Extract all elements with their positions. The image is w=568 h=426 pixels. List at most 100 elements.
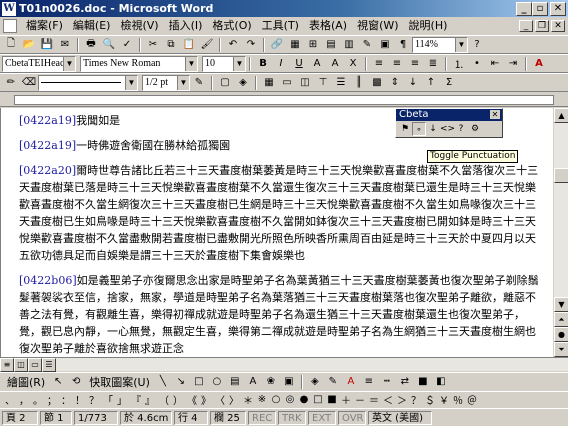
menu-edit[interactable]: 編輯(E): [68, 18, 116, 34]
arrow-icon[interactable]: ↘: [172, 374, 190, 390]
style-combo[interactable]: CbetaTEIHeac ▼: [2, 55, 76, 72]
wordart-icon[interactable]: A: [244, 374, 262, 390]
align-right-icon[interactable]: ≡: [406, 56, 424, 72]
status-ovr[interactable]: OVR: [338, 410, 366, 425]
line-weight-combo[interactable]: 1/2 pt ▼: [142, 74, 190, 91]
vertical-scrollbar[interactable]: ▲ ▼ ⏶ ● ⏷: [553, 108, 568, 357]
symbol-button[interactable]: ？: [409, 392, 423, 407]
symbol-button[interactable]: ＝: [367, 392, 381, 407]
numbering-icon[interactable]: ⒈: [450, 56, 468, 72]
autosum-icon[interactable]: Σ: [440, 75, 458, 91]
char-shading-icon[interactable]: A: [326, 56, 344, 72]
font-combo[interactable]: Times New Roman ▼: [80, 55, 198, 72]
symbol-button[interactable]: ￥: [437, 392, 451, 407]
cbeta-tag-icon[interactable]: <>: [440, 122, 455, 136]
document-area[interactable]: [0422a19]我聞如是 [0422a19]一時佛遊舍衛國在勝林給孤獨園 [0…: [0, 108, 553, 357]
symbol-button[interactable]: ○: [269, 394, 283, 405]
document-icon[interactable]: [3, 19, 17, 33]
maximize-button[interactable]: ▫: [532, 1, 548, 16]
paragraph[interactable]: [0422a20]爾時世尊告諸比丘若三十三天晝度樹葉萎黃是時三十三天悅樂歡喜晝度…: [19, 162, 539, 264]
justify-icon[interactable]: ≣: [424, 56, 442, 72]
draw-table-icon[interactable]: ✏: [2, 75, 20, 91]
prev-page-icon[interactable]: ⏶: [554, 312, 568, 327]
minimize-button[interactable]: _: [516, 1, 532, 16]
sort-asc-icon[interactable]: ↓: [404, 75, 422, 91]
shadow-icon[interactable]: ■: [414, 374, 432, 390]
open-folder-icon[interactable]: 📂: [20, 37, 38, 53]
paragraph[interactable]: [0422b06]如是義聖弟子亦復爾思念出家是時聖弟子名為葉黃猶三十三天晝度樹葉…: [19, 272, 539, 357]
symbol-button[interactable]: ％: [451, 392, 465, 407]
insert-table-icon[interactable]: ⊞: [304, 37, 322, 53]
symbol-button[interactable]: 》: [199, 392, 213, 407]
decrease-indent-icon[interactable]: ⇤: [486, 56, 504, 72]
textbox-icon[interactable]: ▤: [226, 374, 244, 390]
symbol-button[interactable]: 《: [185, 392, 199, 407]
symbol-button[interactable]: ＋: [339, 392, 353, 407]
dash-style-icon[interactable]: ┅: [378, 374, 396, 390]
hyperlink-icon[interactable]: 🔗: [268, 37, 286, 53]
next-page-icon[interactable]: ⏷: [554, 342, 568, 357]
scroll-thumb[interactable]: [554, 168, 568, 183]
tables-borders-icon[interactable]: ▦: [286, 37, 304, 53]
symbol-button[interactable]: ●: [297, 394, 311, 405]
draw-menu[interactable]: 繪圖(R): [3, 374, 49, 390]
copy-icon[interactable]: ⧉: [162, 37, 180, 53]
scroll-up-icon[interactable]: ▲: [554, 108, 568, 123]
cbeta-bookmark-icon[interactable]: ⚑: [398, 122, 412, 136]
insert-table2-icon[interactable]: ▦: [260, 75, 278, 91]
picture-icon[interactable]: ▣: [280, 374, 298, 390]
draw-font-color-icon[interactable]: A: [342, 374, 360, 390]
browse-object-icon[interactable]: ●: [554, 327, 568, 342]
drawing-icon[interactable]: ✎: [358, 37, 376, 53]
shading-color-icon[interactable]: ◈: [234, 75, 252, 91]
menu-insert[interactable]: 插入(I): [164, 18, 208, 34]
align-left-icon[interactable]: ≡: [370, 56, 388, 72]
horizontal-scrollbar[interactable]: ≡ ◫ ▭ ☰: [0, 357, 568, 372]
text-direction-icon[interactable]: ⇕: [386, 75, 404, 91]
char-border-icon[interactable]: A: [308, 56, 326, 72]
doc-close-button[interactable]: ✕: [551, 20, 565, 32]
border-color-icon[interactable]: ✎: [190, 75, 208, 91]
symbol-button[interactable]: ＞: [395, 392, 409, 407]
paste-icon[interactable]: 📋: [180, 37, 198, 53]
menu-format[interactable]: 格式(O): [207, 18, 256, 34]
distribute-rows-icon[interactable]: ☰: [332, 75, 350, 91]
align-center-icon[interactable]: ≡: [388, 56, 406, 72]
email-icon[interactable]: ✉: [56, 37, 74, 53]
distribute-cols-icon[interactable]: ║: [350, 75, 368, 91]
symbol-button[interactable]: ＊: [241, 392, 255, 407]
rotate-icon[interactable]: ⟲: [67, 374, 85, 390]
columns-icon[interactable]: ▥: [340, 37, 358, 53]
cbeta-down-icon[interactable]: ↓: [426, 122, 440, 136]
normal-view-icon[interactable]: ≡: [0, 358, 14, 372]
insert-excel-icon[interactable]: ▤: [322, 37, 340, 53]
show-hide-icon[interactable]: ¶: [394, 37, 412, 53]
status-ext[interactable]: EXT: [308, 410, 336, 425]
symbol-button[interactable]: 。: [31, 392, 45, 407]
document-page[interactable]: [0422a19]我聞如是 [0422a19]一時佛遊舍衛國在勝林給孤獨園 [0…: [19, 112, 539, 357]
symbol-button[interactable]: ！: [73, 392, 87, 407]
cbeta-toolbar[interactable]: Cbeta ✕ ⚑ ∘ ↓ <> ? ⚙: [395, 108, 503, 138]
web-view-icon[interactable]: ◫: [14, 358, 28, 372]
symbol-button[interactable]: ■: [325, 394, 339, 405]
menu-file[interactable]: 檔案(F): [21, 18, 68, 34]
horizontal-ruler[interactable]: [0, 93, 568, 107]
word-app-icon[interactable]: W: [2, 1, 16, 16]
line-style-combo[interactable]: ▼: [38, 74, 138, 91]
outline-view-icon[interactable]: ☰: [42, 358, 56, 372]
symbol-button[interactable]: □: [311, 394, 325, 405]
print-icon[interactable]: 🖶: [82, 37, 100, 53]
symbol-button[interactable]: 、: [3, 392, 17, 407]
menu-window[interactable]: 視窗(W): [352, 18, 403, 34]
symbol-button[interactable]: ；: [45, 392, 59, 407]
menu-table[interactable]: 表格(A): [304, 18, 352, 34]
cbeta-config-icon[interactable]: ⚙: [468, 122, 482, 136]
format-painter-icon[interactable]: 🖌: [198, 37, 216, 53]
doc-restore-button[interactable]: ❐: [535, 20, 549, 32]
help-icon[interactable]: ?: [468, 37, 486, 53]
spelling-icon[interactable]: ✓: [118, 37, 136, 53]
line-style-icon[interactable]: ≡: [360, 374, 378, 390]
char-scale-icon[interactable]: X: [344, 56, 362, 72]
eraser-icon[interactable]: ⌫: [20, 75, 38, 91]
symbol-button[interactable]: 「: [101, 392, 115, 407]
